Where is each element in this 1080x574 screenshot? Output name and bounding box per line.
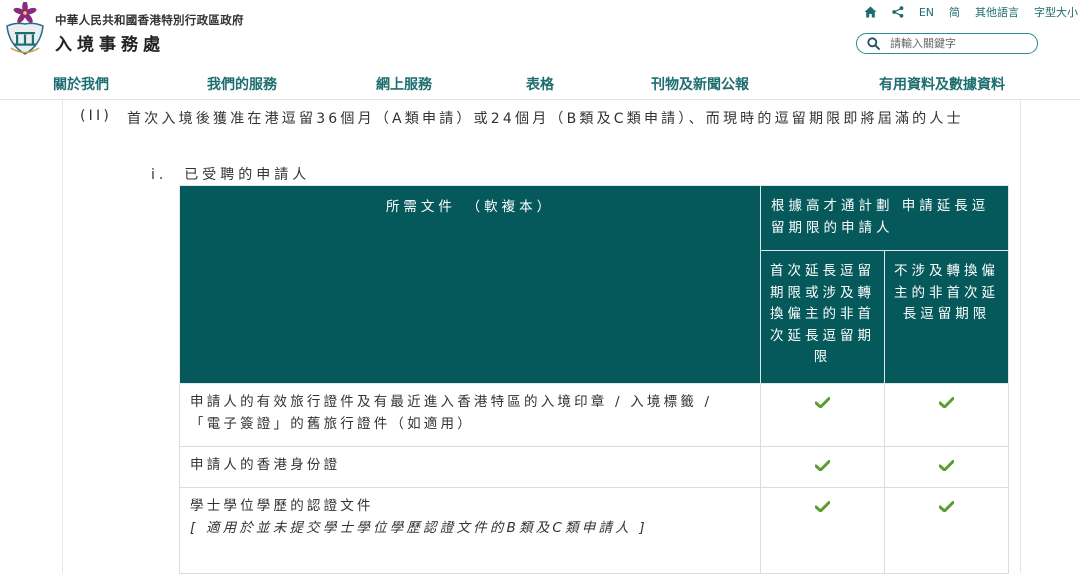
- checkmark-icon: [938, 397, 955, 409]
- document-note: [ 適用於並未提交學士學位學歷認證文件的B類及C類申請人 ]: [190, 519, 648, 536]
- immigration-department-logo[interactable]: [4, 1, 46, 57]
- search-input[interactable]: [890, 37, 1020, 50]
- department-name[interactable]: 入境事務處: [55, 30, 165, 55]
- other-languages-link[interactable]: 其他語言: [975, 4, 1019, 20]
- checkmark-icon: [814, 460, 831, 472]
- nav-our-services[interactable]: 我們的服務: [207, 74, 277, 94]
- checkmark-icon: [938, 460, 955, 472]
- document-cell: 申請人的有效旅行證件及有最近進入香港特區的入境印章 / 入境標籤 / 「電子簽證…: [179, 383, 761, 447]
- subsection-title: 已受聘的申請人: [184, 167, 311, 183]
- document-name: 學士學位學歷的認證文件: [190, 498, 374, 514]
- checkmark-icon: [814, 397, 831, 409]
- search-box[interactable]: [856, 33, 1038, 54]
- search-icon[interactable]: [867, 37, 880, 50]
- nav-forms[interactable]: 表格: [526, 74, 554, 94]
- requirement-cell: [760, 487, 885, 574]
- section-heading: 首次入境後獲准在港逗留36個月（A類申請）或24個月（B類及C類申請）、而現時的…: [127, 111, 964, 127]
- top-utility-links: EN 简 其他語言 字型大小: [864, 4, 1078, 20]
- requirement-cell: [884, 487, 1009, 574]
- nav-online-services[interactable]: 網上服務: [376, 74, 432, 94]
- requirement-cell: [760, 383, 885, 447]
- header-divider: [0, 99, 1080, 100]
- nav-about-us[interactable]: 關於我們: [53, 74, 109, 94]
- government-name: 中華人民共和國香港特別行政區政府: [55, 13, 244, 27]
- table-row: 申請人的香港身份證: [179, 446, 1009, 488]
- share-icon[interactable]: [892, 6, 904, 18]
- nav-publications-press-releases[interactable]: 刊物及新聞公報: [651, 74, 749, 94]
- checkmark-icon: [814, 501, 831, 513]
- applicant-group-header: 根據高才通計劃 申請延長逗留期限的申請人: [760, 185, 1009, 251]
- font-size-link[interactable]: 字型大小: [1034, 4, 1078, 20]
- checkmark-icon: [938, 501, 955, 513]
- subsection-number: i.: [151, 167, 168, 183]
- main-navigation: 關於我們 我們的服務 網上服務 表格 刊物及新聞公報 有用資料及數據資料: [0, 74, 1080, 96]
- document-cell: 學士學位學歷的認證文件 [ 適用於並未提交學士學位學歷認證文件的B類及C類申請人 …: [179, 487, 761, 574]
- non-first-extension-column-header: 不涉及轉換僱主的非首次延長逗留期限: [884, 250, 1009, 384]
- document-cell: 申請人的香港身份證: [179, 446, 761, 488]
- document-name: 申請人的有效旅行證件及有最近進入香港特區的入境印章 / 入境標籤 / 「電子簽證…: [190, 394, 713, 432]
- home-icon[interactable]: [864, 6, 877, 18]
- language-simplified-chinese-link[interactable]: 简: [949, 4, 960, 20]
- requirement-cell: [760, 446, 885, 488]
- section-number: (II): [80, 108, 112, 124]
- subsection-heading: i. 已受聘的申請人: [151, 164, 310, 184]
- first-extension-column-header: 首次延長逗留期限或涉及轉換僱主的非首次延長逗留期限: [760, 250, 885, 384]
- content-left-border: [62, 100, 63, 573]
- document-name: 申請人的香港身份證: [190, 457, 341, 473]
- required-documents-table: 所需文件 （軟複本） 根據高才通計劃 申請延長逗留期限的申請人 首次延長逗留期限…: [179, 185, 1009, 574]
- language-english-link[interactable]: EN: [919, 6, 934, 19]
- requirement-cell: [884, 383, 1009, 447]
- content-right-border: [1020, 100, 1021, 573]
- table-row: 申請人的有效旅行證件及有最近進入香港特區的入境印章 / 入境標籤 / 「電子簽證…: [179, 383, 1009, 447]
- requirement-cell: [884, 446, 1009, 488]
- documents-column-header: 所需文件 （軟複本）: [179, 185, 761, 384]
- nav-useful-information-statistics[interactable]: 有用資料及數據資料: [879, 74, 1005, 94]
- table-row: 學士學位學歷的認證文件 [ 適用於並未提交學士學位學歷認證文件的B類及C類申請人 …: [179, 487, 1009, 574]
